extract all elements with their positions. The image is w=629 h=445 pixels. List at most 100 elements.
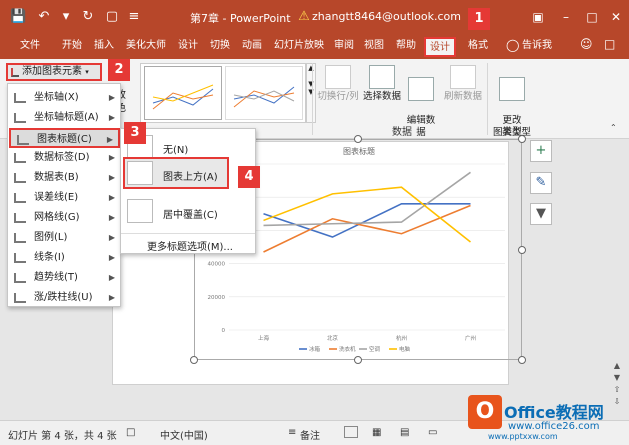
tab-animations[interactable]: 动画 (242, 39, 262, 53)
tab-transitions[interactable]: 切换 (210, 39, 230, 53)
menu-item-label: 线条(I) (34, 252, 65, 263)
menu-item-trendline[interactable]: 趋势线(T) ▶ (8, 268, 120, 288)
qat-menu-icon[interactable]: ≡ (126, 9, 142, 25)
tab-help[interactable]: 帮助 (396, 39, 416, 53)
menu-item-error-bars[interactable]: 误差线(E) ▶ (8, 188, 120, 208)
step-badge-4: 4 (238, 166, 260, 188)
resize-handle[interactable] (354, 135, 362, 143)
menu-item-updown-bars[interactable]: 涨/跌柱线(U) ▶ (8, 288, 120, 308)
submenu-centered-overlay[interactable]: 居中覆盖(C) (127, 199, 247, 225)
menu-item-data-labels[interactable]: 数据标签(D) ▶ (8, 148, 120, 168)
chart-title-icon (17, 135, 29, 145)
tab-home[interactable]: 开始 (62, 39, 82, 53)
tell-me[interactable]: 告诉我 (522, 39, 552, 53)
x-tick-label: 杭州 (396, 334, 407, 342)
legend-label: 电脑 (399, 345, 411, 353)
submenu-above-chart[interactable]: 图表上方(A) (127, 161, 227, 187)
submenu-more-title-options[interactable]: 更多标题选项(M)... (147, 238, 233, 253)
menu-item-label: 数据标签(D) (34, 152, 90, 163)
language-indicator[interactable]: 中文(中国) (160, 427, 208, 442)
watermark-brand: Office教程网 (504, 403, 604, 422)
chart-styles-brush-icon[interactable]: ✎ (530, 172, 552, 194)
undo-dropdown-icon[interactable]: ▾ (58, 9, 74, 25)
chart-styles-gallery[interactable] (140, 63, 306, 123)
select-data-button[interactable]: 选择数据 (362, 65, 402, 103)
minimize-icon[interactable]: – (556, 8, 576, 26)
tab-insert[interactable]: 插入 (94, 39, 114, 53)
menu-item-label: 图例(L) (34, 232, 68, 243)
close-icon[interactable]: ✕ (606, 8, 626, 26)
tab-beautify-master[interactable]: 美化大师 (126, 39, 166, 53)
menu-item-lines[interactable]: 线条(I) ▶ (8, 248, 120, 268)
resize-handle[interactable] (518, 135, 526, 143)
menu-item-gridlines[interactable]: 网格线(G) ▶ (8, 208, 120, 228)
tab-chart-design[interactable]: 设计 (424, 37, 456, 57)
collapse-ribbon-icon[interactable]: ⌃ (610, 123, 617, 132)
normal-view-icon[interactable] (344, 426, 358, 438)
switch-row-column-button[interactable]: 切换行/列 (314, 65, 362, 103)
add-chart-element-label: 添加图表元素 (22, 66, 82, 77)
resize-handle[interactable] (190, 356, 198, 364)
resize-handle[interactable] (518, 356, 526, 364)
tab-design[interactable]: 设计 (178, 39, 198, 53)
submenu-arrow-icon: ▶ (108, 193, 115, 202)
refresh-data-icon (450, 65, 476, 89)
legend-label: 洗衣机 (339, 345, 356, 353)
tab-review[interactable]: 审阅 (334, 39, 354, 53)
title-bar: 💾 ↶ ▾ ↻ ▢ ≡ 第7章 - PowerPoint ⚠ zhangtt84… (0, 0, 629, 34)
x-tick-label: 北京 (327, 334, 339, 342)
data-labels-icon (14, 153, 26, 163)
select-data-icon (369, 65, 395, 89)
restore-icon[interactable]: ▣ (528, 8, 548, 26)
maximize-icon[interactable]: □ (582, 8, 602, 26)
undo-icon[interactable]: ↶ (36, 9, 52, 25)
trendline-icon (14, 273, 26, 283)
menu-item-chart-title[interactable]: 图表标题(C) ▶ (9, 128, 120, 148)
tab-slideshow[interactable]: 幻灯片放映 (274, 39, 324, 53)
chart-style-1[interactable] (144, 66, 222, 120)
menu-item-legend[interactable]: 图例(L) ▶ (8, 228, 120, 248)
menu-separator (121, 233, 255, 234)
menu-item-label: 图表标题(C) (37, 134, 92, 145)
notes-button[interactable]: 备注 (300, 427, 320, 442)
chart-elements-plus-icon[interactable]: + (530, 140, 552, 162)
notes-icon[interactable]: ≡ (288, 427, 296, 438)
submenu-arrow-icon: ▶ (108, 173, 115, 182)
add-chart-element-button[interactable]: 添加图表元素 ▾ (6, 63, 102, 81)
chart-style-2-preview (233, 86, 295, 108)
present-icon[interactable]: ▢ (104, 9, 120, 25)
resize-handle[interactable] (354, 356, 362, 364)
title-above-chart-icon (127, 161, 153, 185)
tab-view[interactable]: 视图 (364, 39, 384, 53)
reading-view-icon[interactable]: ▤ (400, 427, 409, 438)
submenu-none-label: 无(N) (163, 145, 189, 156)
legend-label: 空调 (369, 345, 381, 353)
account-email[interactable]: zhangtt8464@outlook.com (312, 10, 461, 23)
tab-file[interactable]: 文件 (20, 39, 40, 53)
chart-filter-icon[interactable]: ▼ (530, 203, 552, 225)
resize-handle[interactable] (518, 246, 526, 254)
office-logo-icon: O (468, 395, 502, 429)
menu-item-label: 网格线(G) (34, 212, 80, 223)
change-chart-type-icon (499, 77, 525, 101)
tab-format[interactable]: 格式 (468, 39, 488, 53)
switch-row-column-label: 切换行/列 (317, 91, 359, 102)
refresh-data-button[interactable]: 刷新数据 (440, 65, 486, 103)
menu-item-axis-titles[interactable]: 坐标轴标题(A) ▶ (8, 108, 120, 128)
menu-item-data-table[interactable]: 数据表(B) ▶ (8, 168, 120, 188)
redo-icon[interactable]: ↻ (80, 9, 96, 25)
chart-style-1-preview (152, 84, 214, 110)
save-icon[interactable]: 💾 (10, 9, 26, 25)
add-chart-element-icon (11, 68, 19, 77)
axes-icon (14, 93, 26, 103)
share-icon[interactable]: ☺ (580, 37, 593, 51)
submenu-arrow-icon: ▶ (108, 233, 115, 242)
slide-sorter-icon[interactable]: ▦ (372, 427, 381, 438)
comments-icon[interactable]: □ (604, 37, 615, 51)
slideshow-icon[interactable]: ▭ (428, 427, 437, 438)
switch-row-column-icon (325, 65, 351, 89)
chart-style-2[interactable] (225, 66, 303, 120)
spellcheck-icon[interactable]: □ (126, 427, 135, 438)
menu-item-axes[interactable]: 坐标轴(X) ▶ (8, 88, 120, 108)
title-overlay-icon (127, 199, 153, 223)
